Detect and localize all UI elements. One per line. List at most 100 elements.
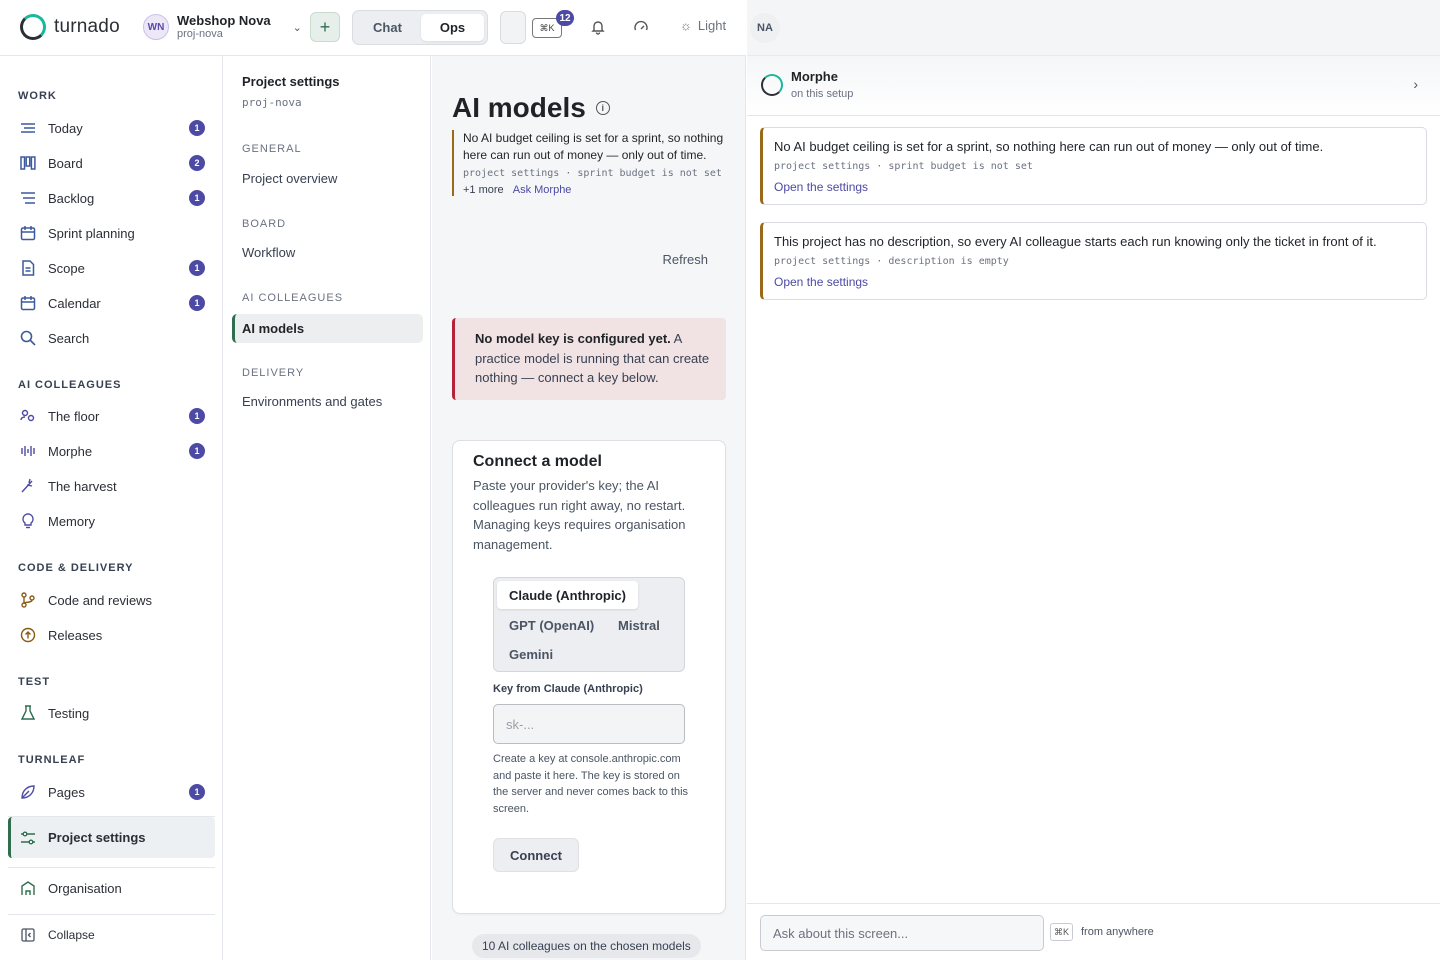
sidebar-item-memory[interactable]: Memory (8, 506, 215, 536)
sidebar-item-backlog[interactable]: Backlog 1 (8, 183, 215, 213)
section-work: WORK (18, 90, 57, 102)
sidebar-item-board[interactable]: Board 2 (8, 148, 215, 178)
project-name: Webshop Nova (177, 13, 271, 28)
section-code-delivery: CODE & DELIVERY (18, 562, 134, 574)
bell-icon[interactable] (589, 18, 607, 36)
sidebar-item-sprint-planning[interactable]: Sprint planning (8, 218, 215, 248)
sidebar-item-code-and-reviews[interactable]: Code and reviews (8, 585, 215, 615)
provider-selector: Claude (Anthropic) GPT (OpenAI) Mistral … (493, 577, 685, 672)
chevron-down-icon: ⌄ (292, 21, 302, 34)
building-icon (20, 880, 36, 896)
api-key-input[interactable]: sk-... (493, 704, 685, 744)
user-avatar[interactable]: NA (750, 13, 780, 43)
sidebar-divider (8, 867, 215, 868)
ask-morphe-link[interactable]: Ask Morphe (513, 184, 572, 196)
settings-link-workflow[interactable]: Workflow (232, 238, 423, 267)
sidebar-item-search[interactable]: Search (8, 323, 215, 353)
open-settings-link[interactable]: Open the settings (774, 180, 1415, 194)
morphe-header[interactable]: Morphe on this setup › (747, 56, 1440, 116)
sidebar-item-testing[interactable]: Testing (8, 698, 215, 728)
section-turnleaf: TURNLEAF (18, 754, 86, 766)
page-title-text: AI models (452, 92, 586, 123)
card-description: Paste your provider's key; the AI collea… (473, 478, 686, 552)
logo-ring-icon (20, 14, 46, 40)
morphe-hint: No AI budget ceiling is set for a sprint… (452, 130, 726, 196)
provider-option-claude[interactable]: Claude (Anthropic) (497, 581, 638, 609)
sidebar-item-label: Backlog (48, 190, 95, 206)
sidebar-item-organisation[interactable]: Organisation (8, 873, 215, 903)
project-avatar: WN (143, 14, 169, 40)
sidebar-item-project-settings[interactable]: Project settings (8, 817, 215, 858)
info-icon[interactable]: i (595, 101, 610, 115)
settings-link-project-overview[interactable]: Project overview (232, 164, 423, 193)
sliders-icon (20, 830, 36, 846)
sidebar-item-scope[interactable]: Scope 1 (8, 253, 215, 283)
morphe-note: This project has no description, so ever… (760, 222, 1427, 300)
sidebar-item-calendar[interactable]: Calendar 1 (8, 288, 215, 318)
sidebar-item-the-harvest[interactable]: The harvest (8, 471, 215, 501)
morphe-ring-icon (761, 74, 783, 96)
sidebar-collapse-button[interactable]: Collapse (8, 920, 215, 950)
mode-ops-button[interactable]: Ops (421, 14, 484, 41)
today-icon (20, 120, 36, 136)
notification-count-badge: 12 (556, 10, 574, 26)
sidebar-divider (8, 914, 215, 915)
branch-icon (20, 592, 36, 608)
sidebar-item-label: Code and reviews (48, 592, 153, 608)
collapse-icon (20, 927, 36, 943)
settings-link-environments[interactable]: Environments and gates (232, 387, 423, 416)
section-test: TEST (18, 676, 51, 688)
calendar-icon (20, 295, 36, 311)
settings-title: Project settings (242, 74, 340, 89)
sidebar-item-pages[interactable]: Pages 1 (8, 777, 215, 807)
settings-link-ai-models[interactable]: AI models (232, 314, 423, 343)
count-badge: 1 (189, 443, 205, 459)
connect-button[interactable]: Connect (493, 838, 579, 872)
theme-toggle[interactable]: ☼ Light (680, 18, 726, 33)
chevron-right-icon[interactable]: › (1413, 76, 1418, 92)
hint-more-link[interactable]: +1 more (463, 184, 504, 196)
sun-icon: ☼ (680, 18, 692, 33)
morphe-subtitle: on this setup (791, 88, 854, 100)
morphe-panel: NA Morphe on this setup › No AI budget c… (747, 0, 1440, 960)
mode-chat-button[interactable]: Chat (356, 14, 419, 41)
calendar-icon (20, 225, 36, 241)
ask-input[interactable]: Ask about this screen... (760, 915, 1044, 951)
key-field-label: Key from Claude (Anthropic) (493, 683, 643, 695)
hint-meta: project settings · sprint budget is not … (463, 168, 722, 179)
collapse-label: Collapse (48, 928, 95, 942)
count-badge: 1 (189, 295, 205, 311)
refresh-button[interactable]: Refresh (662, 252, 708, 267)
bulb-icon (20, 513, 36, 529)
blank-toggle-button[interactable] (500, 11, 526, 44)
gauge-icon[interactable] (632, 18, 650, 36)
sidebar-item-today[interactable]: Today 1 (8, 113, 215, 143)
sidebar-item-label: The floor (48, 408, 100, 424)
project-switcher[interactable]: WN Webshop Nova proj-nova ⌄ (143, 13, 302, 41)
open-settings-link[interactable]: Open the settings (774, 275, 1415, 289)
provider-option-gpt[interactable]: GPT (OpenAI) (497, 611, 606, 639)
people-icon (20, 408, 36, 424)
theme-label: Light (697, 18, 727, 33)
sidebar-item-morphe[interactable]: Morphe 1 (8, 436, 215, 466)
settings-slug: proj-nova (242, 96, 302, 109)
alert-bold: No model key is configured yet. (475, 331, 671, 346)
sidebar-item-label: Board (48, 155, 83, 171)
app-logo[interactable]: turnado (20, 14, 120, 40)
key-help-text: Create a key at console.anthropic.com an… (493, 753, 689, 815)
provider-option-gemini[interactable]: Gemini (497, 640, 565, 668)
sidebar-item-releases[interactable]: Releases (8, 620, 215, 650)
create-button[interactable]: + (310, 12, 340, 42)
note-meta: project settings · description is empty (774, 256, 1009, 267)
sidebar: WORK Today 1 Board 2 Backlog 1 Sprint pl… (0, 56, 223, 960)
sidebar-item-label: Pages (48, 784, 85, 800)
group-general: GENERAL (242, 143, 302, 155)
note-meta: project settings · sprint budget is not … (774, 161, 1033, 172)
top-bar: turnado WN Webshop Nova proj-nova ⌄ + Ch… (0, 0, 746, 56)
count-badge: 2 (189, 155, 205, 171)
sidebar-item-the-floor[interactable]: The floor 1 (8, 401, 215, 431)
document-icon (20, 260, 36, 276)
group-delivery: DELIVERY (242, 367, 305, 379)
provider-option-mistral[interactable]: Mistral (606, 611, 672, 639)
sidebar-item-label: Today (48, 120, 83, 136)
